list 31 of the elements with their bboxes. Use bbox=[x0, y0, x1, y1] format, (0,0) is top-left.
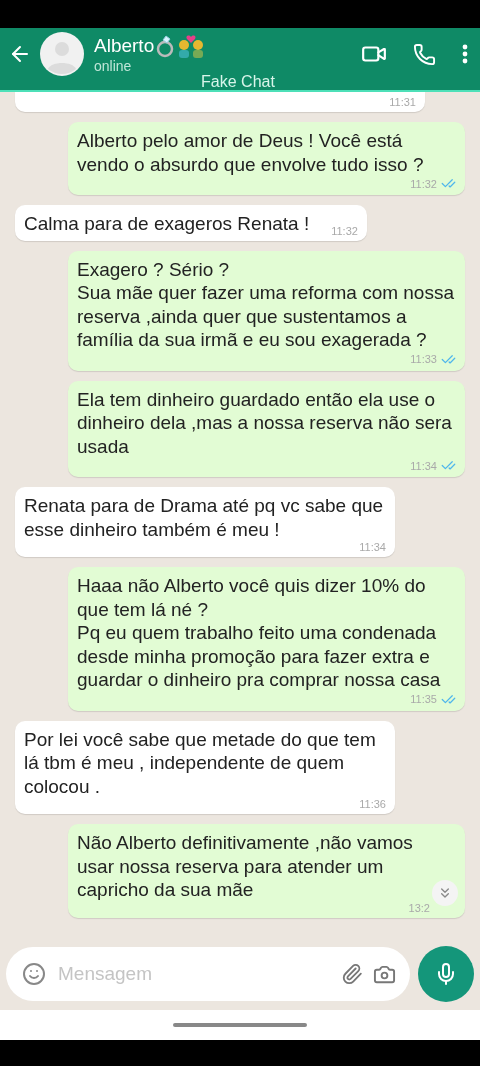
message-time: 11:36 bbox=[359, 798, 386, 810]
message-time: 11:32 bbox=[331, 224, 358, 237]
phone-icon bbox=[413, 42, 436, 66]
message-time: 11:33 bbox=[410, 353, 437, 365]
message-text: Alberto pelo amor de Deus ! Você está vendo o absurdo que envolve tudo isso ? bbox=[77, 129, 425, 176]
contact-name: Alberto bbox=[94, 35, 155, 57]
avatar[interactable] bbox=[40, 32, 84, 76]
menu-button[interactable] bbox=[462, 44, 468, 64]
message-text: Calma para de exageros Renata ! bbox=[24, 212, 310, 236]
message-time: 13:2 bbox=[408, 901, 430, 914]
microphone-button[interactable] bbox=[418, 946, 474, 1002]
message-time: 11:35 bbox=[410, 693, 437, 705]
couple-icon bbox=[178, 34, 205, 58]
message-time: 11:31 bbox=[389, 96, 416, 108]
message-time: 11:34 bbox=[410, 459, 437, 472]
voice-call-button[interactable] bbox=[413, 42, 436, 66]
message-bar[interactable]: Mensagem bbox=[6, 947, 410, 1001]
message-text: Não Alberto definitivamente ,não vamos usar nossa reserva para atender um capricho da sua mãe bbox=[77, 831, 414, 902]
message-text: Exagero ? Sério ? Sua mãe quer fazer uma reforma com nossa reserva ,ainda quer que sustentamos a família da sua irmã e eu sou exagerada ? bbox=[77, 257, 455, 352]
attach-icon[interactable] bbox=[341, 963, 363, 985]
contact-status: online bbox=[94, 58, 132, 74]
message-time: 11:32 bbox=[410, 177, 437, 190]
message-text: Ela tem dinheiro guardado então ela use o dinheiro dela ,mas a nossa reserva não sera usada bbox=[77, 387, 453, 458]
message-time: 11:34 bbox=[359, 541, 386, 553]
emoji-icon[interactable] bbox=[22, 962, 46, 986]
menu-icon bbox=[462, 44, 468, 64]
message-text: Haaa não Alberto você quis dizer 10% do que tem lá né ? Pq eu quem trabalho feito uma condenada desde minha promoção para fazer extra e guardar o dinheiro pra comprar nossa casa bbox=[77, 574, 442, 692]
message-field[interactable]: Mensagem bbox=[56, 962, 331, 986]
message-text: Por lei você sabe que metade do que tem lá tbm é meu , independente de quem colocou . bbox=[24, 727, 377, 798]
app-label: Fake Chat bbox=[201, 73, 275, 91]
message-text: Renata para de Drama até pq vc sabe que esse dinheiro também é meu ! bbox=[24, 494, 385, 541]
